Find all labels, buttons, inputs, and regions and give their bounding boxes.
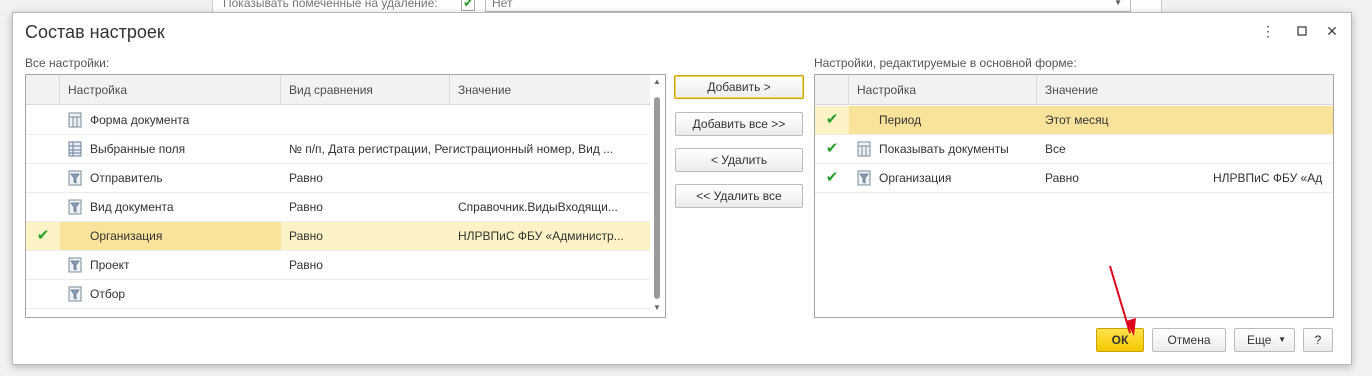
row-check-cell[interactable]	[26, 251, 60, 279]
table-row[interactable]: Форма документа	[26, 106, 650, 135]
setting-name: Форма документа	[90, 113, 190, 127]
setting-comparison: № п/п, Дата регистрации, Регистрационный…	[289, 142, 614, 156]
setting-name: Отправитель	[90, 171, 163, 185]
row-check-cell[interactable]	[26, 193, 60, 221]
scrollbar-thumb[interactable]	[654, 97, 660, 299]
header-check-column	[815, 75, 849, 105]
header-check-column	[26, 75, 60, 105]
close-icon[interactable]: ✕	[1322, 21, 1342, 41]
table-row[interactable]: ✔ Организация Равно НЛРВПиС ФБУ «Администр.…	[26, 222, 650, 251]
chevron-down-icon: ▼	[1278, 335, 1286, 344]
setting-name: Организация	[879, 171, 952, 185]
setting-comparison	[281, 280, 641, 308]
background-checkbox-label: Показывать помеченные на удаление:	[223, 0, 438, 10]
table-row[interactable]: ✔ Период Этот месяц	[815, 106, 1333, 135]
scroll-down-icon[interactable]: ▼	[651, 302, 663, 314]
main-form-settings-table[interactable]: Настройка Значение ✔ Период Этот месяц ✔ Пок…	[814, 74, 1334, 318]
setting-value: Этот месяц	[1037, 106, 1333, 134]
row-check-cell[interactable]	[26, 135, 60, 163]
row-check-cell[interactable]	[26, 106, 60, 134]
header-value[interactable]: Значение	[450, 75, 650, 105]
more-button-label: Еще	[1247, 333, 1272, 347]
setting-name: Показывать документы	[879, 142, 1009, 156]
row-check-cell[interactable]	[26, 164, 60, 192]
background-checkbox[interactable]	[461, 0, 475, 11]
table-row[interactable]: Отбор	[26, 280, 650, 309]
background-field[interactable]: Нет ▼	[485, 0, 1131, 12]
left-vertical-scrollbar[interactable]: ▲ ▼	[650, 75, 665, 317]
setting-value: Все	[1045, 142, 1066, 156]
table-row[interactable]: Проект Равно	[26, 251, 650, 280]
right-caption: Настройки, редактируемые в основной форм…	[814, 56, 1077, 70]
table-row[interactable]: ✔ Показывать документы Все	[815, 135, 1333, 164]
setting-name: Отбор	[90, 287, 126, 301]
background-form: Показывать помеченные на удаление: Нет ▼	[0, 0, 1372, 12]
cancel-button[interactable]: Отмена	[1152, 328, 1226, 352]
checkmark-icon[interactable]: ✔	[815, 135, 849, 163]
background-form-panel: Показывать помеченные на удаление: Нет ▼	[212, 0, 1162, 12]
setting-value: НЛРВПиС ФБУ «Администр...	[458, 229, 624, 243]
setting-name: Вид документа	[90, 200, 174, 214]
header-comparison[interactable]: Вид сравнения	[281, 75, 450, 105]
table-header: Настройка Значение	[815, 75, 1333, 105]
dialog-title: Состав настроек	[25, 22, 165, 42]
scroll-up-icon[interactable]: ▲	[651, 76, 663, 88]
table-row[interactable]: Выбранные поля № п/п, Дата регистрации, Р…	[26, 135, 650, 164]
maximize-icon[interactable]	[1292, 21, 1312, 41]
kebab-menu-icon[interactable]: ⋮	[1258, 21, 1278, 41]
more-button[interactable]: Еще ▼	[1234, 328, 1295, 352]
remove-button[interactable]: < Удалить	[675, 148, 803, 172]
ok-button[interactable]: ОК	[1096, 328, 1144, 352]
setting-value-extra: НЛРВПиС ФБУ «Ад	[1213, 171, 1323, 185]
add-button[interactable]: Добавить >	[674, 75, 804, 99]
header-value[interactable]: Значение	[1037, 75, 1333, 105]
settings-dialog: Состав настроек ⋮ ✕ Все настройки: Настр…	[12, 12, 1352, 365]
setting-name: Период	[849, 106, 1037, 134]
table-row[interactable]: Отправитель Равно	[26, 164, 650, 193]
checkmark-icon[interactable]: ✔	[815, 164, 849, 192]
add-all-button[interactable]: Добавить все >>	[675, 112, 803, 136]
setting-comparison: Равно	[289, 171, 323, 185]
help-button[interactable]: ?	[1303, 328, 1333, 352]
setting-comparison	[281, 106, 641, 134]
row-check-cell[interactable]	[26, 280, 60, 308]
background-field-value: Нет	[492, 0, 513, 10]
setting-comparison: Равно	[289, 258, 323, 272]
setting-value: Справочник.ВидыВходящи...	[450, 193, 646, 221]
setting-name: Организация	[60, 222, 281, 250]
setting-name: Проект	[90, 258, 130, 272]
chevron-down-icon[interactable]: ▼	[1114, 0, 1122, 7]
header-setting[interactable]: Настройка	[849, 75, 1037, 105]
checkmark-icon[interactable]: ✔	[815, 106, 849, 134]
all-settings-table[interactable]: Настройка Вид сравнения Значение Форма д…	[25, 74, 666, 318]
remove-all-button[interactable]: << Удалить все	[675, 184, 803, 208]
table-header: Настройка Вид сравнения Значение	[26, 75, 650, 105]
checkmark-icon[interactable]: ✔	[26, 222, 60, 250]
setting-name: Выбранные поля	[90, 142, 186, 156]
left-caption: Все настройки:	[25, 56, 110, 70]
table-row[interactable]: Вид документа Равно Справочник.ВидыВходящи…	[26, 193, 650, 222]
table-row[interactable]: ✔ Организация Равно НЛРВПиС ФБУ «Ад	[815, 164, 1333, 193]
header-setting[interactable]: Настройка	[60, 75, 281, 105]
